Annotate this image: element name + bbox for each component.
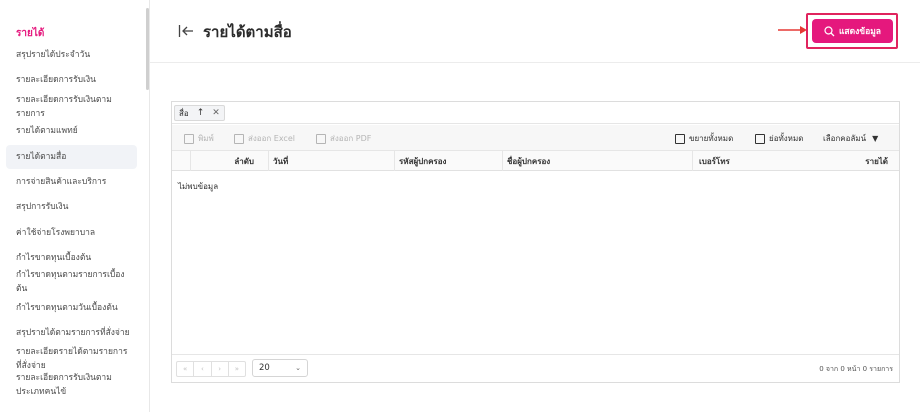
export-excel-label: ส่งออก Excel: [248, 134, 295, 143]
data-grid: สื่อ ↑ ✕ พิมพ์ ส่งออก Excel ส่งออก PDF ข…: [171, 101, 900, 383]
show-data-label: แสดงข้อมูล: [838, 27, 882, 37]
excel-icon: [234, 133, 244, 144]
column-header-date[interactable]: วันที่: [268, 151, 394, 171]
header-divider: [150, 62, 920, 63]
chevron-down-icon: ⌄: [295, 364, 301, 372]
caret-down-icon: ▼: [872, 134, 879, 143]
first-page-icon[interactable]: «: [177, 362, 195, 376]
collapse-all-button[interactable]: ย่อทั้งหมด: [755, 132, 803, 145]
collapse-all-label: ย่อทั้งหมด: [769, 134, 804, 143]
column-header-parent-code[interactable]: รหัสผู้ปกครอง: [394, 151, 498, 171]
sidebar-item-payment-detail-by-item[interactable]: รายละเอียดการรับเงินตามรายการ: [16, 93, 116, 121]
group-chip-label: สื่อ: [179, 108, 189, 118]
sidebar-item-basic-profit-loss[interactable]: กำไรขาดทุนเบื้องต้น: [16, 251, 138, 265]
column-header-no[interactable]: ลำดับ: [190, 151, 260, 171]
export-pdf-label: ส่งออก PDF: [330, 134, 372, 143]
search-icon: [824, 25, 835, 36]
sidebar: รายได้ สรุปรายได้ประจำวัน รายละเอียดการร…: [0, 0, 150, 412]
sidebar-section-title: รายได้: [16, 28, 45, 39]
group-panel: สื่อ ↑ ✕: [172, 102, 899, 124]
choose-columns-label: เลือกคอลัมน์: [823, 134, 867, 143]
sidebar-item-profit-loss-by-day[interactable]: กำไรขาดทุนตามวันเบื้องต้น: [16, 301, 138, 315]
sidebar-item-profit-loss-by-item[interactable]: กำไรขาดทุนตามรายการเบื้องต้น: [16, 268, 128, 296]
sort-asc-icon[interactable]: ↑: [197, 108, 205, 118]
empty-message: ไม่พบข้อมูล: [178, 182, 219, 191]
show-data-button[interactable]: แสดงข้อมูล: [812, 19, 893, 43]
sidebar-item-payment-summary[interactable]: สรุปการรับเงิน: [16, 200, 138, 214]
collapse-icon: [755, 133, 765, 144]
print-label: พิมพ์: [198, 134, 214, 143]
pdf-icon: [316, 133, 326, 144]
page-size-select[interactable]: 20 ⌄: [252, 359, 308, 377]
page-title: รายได้ตามสื่อ: [203, 23, 292, 41]
pager-info: 0 จาก 0 หน้า 0 รายการ: [819, 365, 893, 373]
sidebar-item-goods-services[interactable]: การจ่ายสินค้าและบริการ: [16, 175, 138, 189]
sidebar-item-income-summary-by-order[interactable]: สรุปรายได้ตามรายการที่สั่งจ่าย: [16, 326, 138, 340]
printer-icon: [184, 133, 194, 144]
expand-all-button[interactable]: ขยายทั้งหมด: [675, 132, 733, 145]
export-pdf-button[interactable]: ส่งออก PDF: [316, 132, 371, 145]
grid-header-row: ลำดับ วันที่ รหัสผู้ปกครอง ชื่อผู้ปกครอง…: [172, 151, 899, 171]
column-header-income[interactable]: รายได้: [772, 151, 892, 171]
sidebar-item-hospital-expenses[interactable]: ค่าใช้จ่ายโรงพยาบาล: [16, 226, 138, 240]
column-header-parent-name[interactable]: ชื่อผู้ปกครอง: [502, 151, 692, 171]
sidebar-scrollbar[interactable]: [146, 8, 149, 90]
prev-page-icon[interactable]: ‹: [194, 362, 212, 376]
print-button[interactable]: พิมพ์: [184, 132, 214, 145]
pager: « ‹ › » 20 ⌄ 0 จาก 0 หน้า 0 รายการ: [172, 354, 899, 382]
sidebar-item-payment-detail[interactable]: รายละเอียดการรับเงิน: [16, 73, 138, 87]
sidebar-item-daily-income[interactable]: สรุปรายได้ประจำวัน: [16, 48, 138, 62]
grid-toolbar: พิมพ์ ส่งออก Excel ส่งออก PDF ขยายทั้งหม…: [172, 125, 899, 151]
sidebar-item-income-by-media[interactable]: รายได้ตามสื่อ: [16, 150, 138, 164]
sidebar-item-income-detail-by-order[interactable]: รายละเอียดรายได้ตามรายการที่สั่งจ่าย: [16, 345, 128, 373]
expand-icon: [675, 133, 685, 144]
collapse-sidebar-icon[interactable]: [178, 24, 194, 38]
choose-columns-button[interactable]: เลือกคอลัมน์ ▼: [823, 132, 878, 145]
group-chip-media[interactable]: สื่อ ↑ ✕: [174, 105, 225, 121]
annotation-arrow-icon: [778, 26, 807, 34]
last-page-icon[interactable]: »: [229, 362, 245, 376]
sidebar-item-income-by-doctor[interactable]: รายได้ตามแพทย์: [16, 124, 138, 138]
export-excel-button[interactable]: ส่งออก Excel: [234, 132, 295, 145]
sidebar-item-payment-by-patient-type[interactable]: รายละเอียดการรับเงินตามประเภทคนไข้: [16, 371, 120, 399]
next-page-icon[interactable]: ›: [212, 362, 229, 376]
expand-all-label: ขยายทั้งหมด: [689, 134, 734, 143]
close-icon[interactable]: ✕: [212, 108, 220, 118]
pager-nav: « ‹ › »: [176, 361, 246, 377]
page-size-value: 20: [259, 363, 270, 373]
